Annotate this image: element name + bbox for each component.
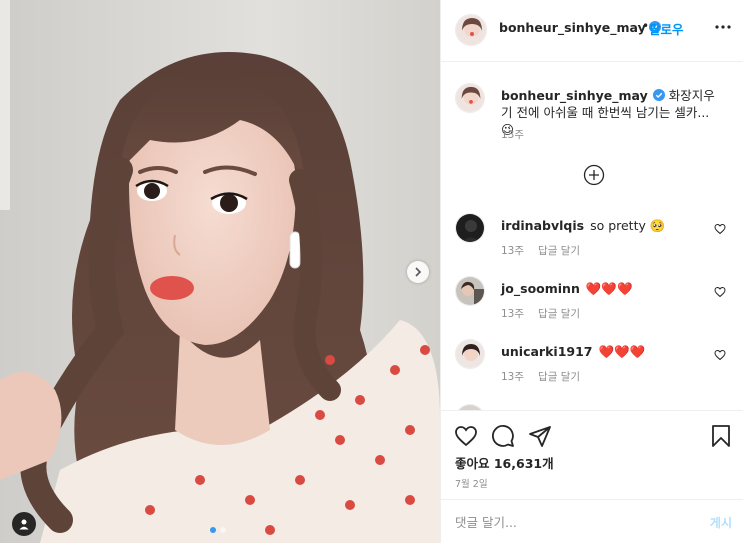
post-actions: 좋아요 16,631개 7월 2일 게시 <box>441 410 743 543</box>
more-horizontal-icon[interactable] <box>714 18 732 36</box>
comment-meta: 13주 답글 달기 <box>501 306 580 321</box>
comments-list[interactable]: bonheur_sinhye_may 화장지우기 전에 아쉬울 때 한번씩 남기… <box>441 63 743 410</box>
verified-badge-icon <box>652 89 665 101</box>
follow-button[interactable]: 팔로우 <box>649 19 684 38</box>
caption-time[interactable]: 13주 <box>501 129 524 141</box>
comment-meta: 13주 답글 달기 <box>501 369 580 384</box>
carousel-next-button[interactable] <box>407 261 429 283</box>
comment-heart-icon[interactable] <box>714 286 726 298</box>
likes-count[interactable]: 좋아요 16,631개 <box>455 453 554 472</box>
commenter-avatar[interactable] <box>455 213 485 243</box>
bookmark-icon[interactable] <box>709 424 733 448</box>
comment-bubble-icon[interactable] <box>491 424 515 448</box>
comment-input[interactable] <box>455 513 685 531</box>
post-header: bonheur_sinhye_may • 팔로우 <box>441 0 743 62</box>
comment-body: ❤️❤️❤️ <box>585 281 633 296</box>
commenter-avatar[interactable] <box>455 276 485 306</box>
post-side-panel: bonheur_sinhye_may • 팔로우 bonheur_sinhye_… <box>440 0 743 543</box>
author-avatar[interactable] <box>455 14 487 46</box>
reply-button[interactable]: 답글 달기 <box>538 371 580 383</box>
heart-outline-icon[interactable] <box>454 424 478 448</box>
carousel-indicator <box>210 527 226 533</box>
comment-username[interactable]: irdinabvlqis <box>501 218 584 233</box>
reply-button[interactable]: 답글 달기 <box>538 308 580 320</box>
author-username[interactable]: bonheur_sinhye_may <box>499 20 661 35</box>
user-tag-button[interactable] <box>12 512 36 536</box>
caption-username[interactable]: bonheur_sinhye_may <box>501 88 648 103</box>
plus-circle-icon[interactable] <box>583 164 605 186</box>
paper-plane-icon[interactable] <box>528 424 552 448</box>
caption-author-avatar[interactable] <box>455 83 485 113</box>
add-comment-bar: 게시 <box>441 499 743 543</box>
comment-text: irdinabvlqis so pretty 🥺 <box>501 217 721 234</box>
comment-heart-icon[interactable] <box>714 349 726 361</box>
comment-text: unicarki1917 ❤️❤️❤️ <box>501 343 721 360</box>
commenter-avatar[interactable] <box>455 339 485 369</box>
selfie-image <box>0 0 440 543</box>
reply-button[interactable]: 답글 달기 <box>538 245 580 257</box>
comment-time[interactable]: 13주 <box>501 245 524 257</box>
carousel-dot-active <box>210 527 216 533</box>
comment-username[interactable]: jo_soominn <box>501 281 580 296</box>
post-photo[interactable] <box>0 0 440 543</box>
user-tag-icon <box>19 519 29 530</box>
carousel-dot <box>220 527 226 533</box>
chevron-right-icon <box>415 267 422 277</box>
caption-text: bonheur_sinhye_may 화장지우기 전에 아쉬울 때 한번씩 남기… <box>501 87 721 138</box>
comment-heart-icon[interactable] <box>714 223 726 235</box>
comment-body: ❤️❤️❤️ <box>598 344 646 359</box>
comment-body: so pretty 🥺 <box>590 218 666 233</box>
caption-meta: 13주 <box>501 127 524 142</box>
post-comment-button[interactable]: 게시 <box>710 514 732 531</box>
comment-text: jo_soominn ❤️❤️❤️ <box>501 280 721 297</box>
comment-time[interactable]: 13주 <box>501 371 524 383</box>
comment-meta: 13주 답글 달기 <box>501 243 580 258</box>
comment-time[interactable]: 13주 <box>501 308 524 320</box>
post-date[interactable]: 7월 2일 <box>455 476 488 490</box>
comment-username[interactable]: unicarki1917 <box>501 344 592 359</box>
